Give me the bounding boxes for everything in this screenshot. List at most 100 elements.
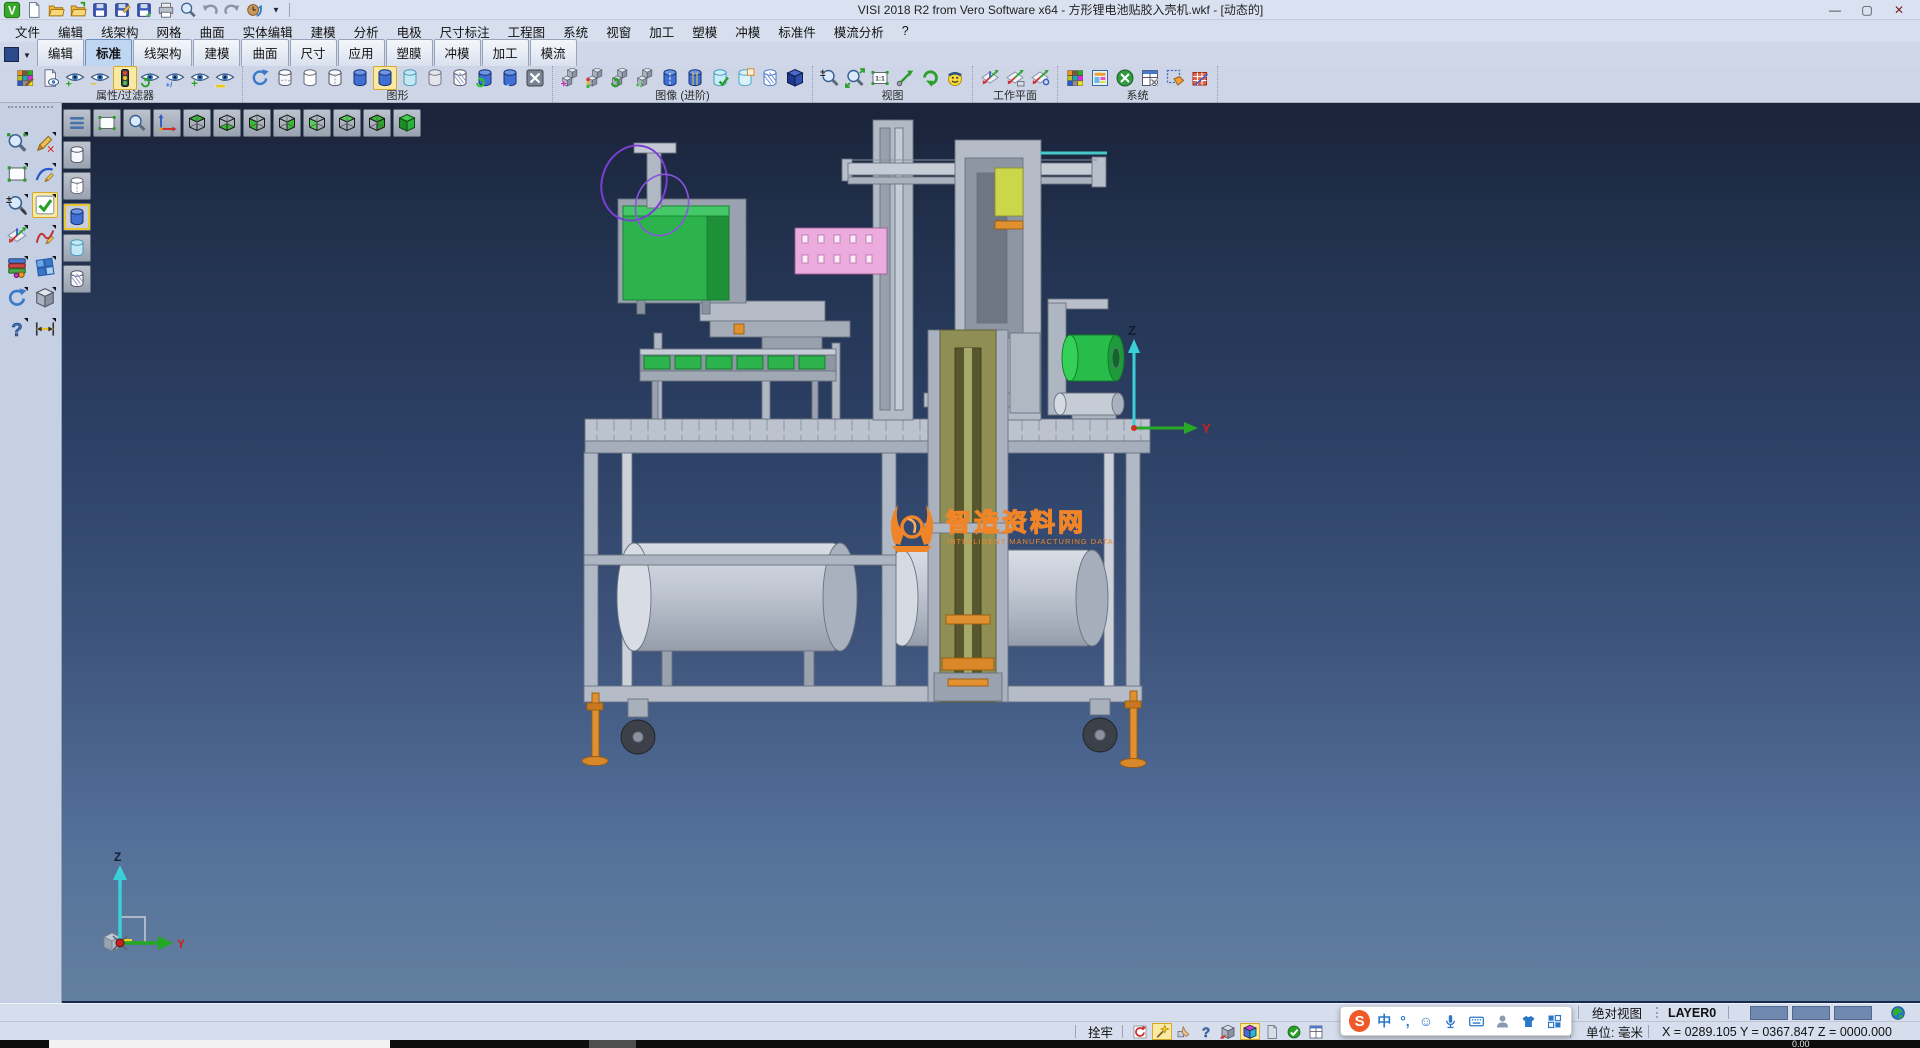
- attribute-painter-icon[interactable]: [13, 66, 37, 90]
- solid-box-icon[interactable]: [32, 285, 58, 311]
- ime-toolbox-icon[interactable]: [1546, 1013, 1563, 1030]
- menu-item-14[interactable]: 塑模: [683, 20, 726, 43]
- confirm-selection-icon[interactable]: [32, 192, 58, 218]
- zoom-window-icon[interactable]: [4, 130, 30, 156]
- tab-2[interactable]: 线架构: [133, 39, 193, 66]
- view-left-icon[interactable]: [303, 109, 331, 137]
- view-right-icon[interactable]: [273, 109, 301, 137]
- pick-box-icon[interactable]: [1218, 1023, 1238, 1040]
- machine-model[interactable]: [582, 120, 1150, 768]
- windows-taskbar[interactable]: 0.00: [0, 1040, 1920, 1048]
- show-remove-icon[interactable]: −: [88, 66, 112, 90]
- pick-wand-icon[interactable]: [1152, 1023, 1172, 1040]
- shade-hidden-line-icon[interactable]: [323, 66, 347, 90]
- shade-solid-edges-icon[interactable]: [373, 66, 397, 90]
- tabbar-dropdown-icon[interactable]: ▼: [23, 51, 31, 60]
- view-observer-icon[interactable]: [943, 66, 967, 90]
- ime-punct-icon[interactable]: °,: [1400, 1013, 1410, 1029]
- strip-hatched-icon[interactable]: [63, 265, 91, 293]
- menu-item-13[interactable]: 加工: [640, 20, 683, 43]
- layer-swatch-1[interactable]: [1792, 1006, 1830, 1020]
- strip-solid-icon[interactable]: [63, 203, 91, 231]
- tab-1[interactable]: 标准: [85, 39, 132, 66]
- shade-translucent-icon[interactable]: [398, 66, 422, 90]
- layer-color-swatches[interactable]: [1750, 1004, 1876, 1021]
- solids-add-icon[interactable]: +: [558, 66, 582, 90]
- pane-toggle-icon[interactable]: [4, 47, 19, 62]
- shade-wireframe-2-icon[interactable]: [298, 66, 322, 90]
- view-iso-icon[interactable]: [393, 109, 421, 137]
- view-fit-icon[interactable]: [93, 109, 121, 137]
- show-minus-icon[interactable]: ▬: [213, 66, 237, 90]
- tab-5[interactable]: 尺寸: [290, 39, 337, 66]
- ime-emoji-icon[interactable]: ☺: [1419, 1013, 1433, 1029]
- erase-entity-icon[interactable]: ✕: [32, 130, 58, 156]
- zoom-extents-icon[interactable]: [843, 66, 867, 90]
- shade-apply-icon[interactable]: →: [498, 66, 522, 90]
- workplane-entity-icon[interactable]: [1003, 66, 1027, 90]
- zoom-plus-icon[interactable]: ±: [4, 192, 30, 218]
- shade-hatched-icon[interactable]: [448, 66, 472, 90]
- lock-label[interactable]: 拴牢: [1088, 1022, 1113, 1041]
- save-as-icon[interactable]: [112, 1, 132, 19]
- view-zoom-icon[interactable]: [123, 109, 151, 137]
- show-add-icon[interactable]: +: [63, 66, 87, 90]
- taskbar-app-segment[interactable]: [589, 1040, 636, 1048]
- snap-off-icon[interactable]: [1130, 1023, 1150, 1040]
- filter-traffic-light-icon[interactable]: [113, 66, 137, 90]
- measure-distance-icon[interactable]: [32, 316, 58, 342]
- cad-scene[interactable]: Z Y 智造资料网 INTELLIGENT MANUFACTURING DATA: [62, 103, 1920, 1003]
- shade-solid-icon[interactable]: [348, 66, 372, 90]
- table-settings-icon[interactable]: [1138, 66, 1162, 90]
- zoom-one-to-one-icon[interactable]: 1:1: [868, 66, 892, 90]
- multi-window-icon[interactable]: [1306, 1023, 1326, 1040]
- ime-mode-icon[interactable]: 中: [1377, 1011, 1391, 1031]
- zoom-arrow-icon[interactable]: [893, 66, 917, 90]
- view-rotate-icon[interactable]: [918, 66, 942, 90]
- grid-settings-icon[interactable]: [1188, 66, 1212, 90]
- help-icon[interactable]: ?: [4, 316, 30, 342]
- menu-item-18[interactable]: ?: [893, 22, 918, 40]
- cylinder-hatch-icon[interactable]: [758, 66, 782, 90]
- color-palette-icon[interactable]: [1063, 66, 1087, 90]
- minimize-button[interactable]: —: [1828, 3, 1842, 17]
- tab-8[interactable]: 冲模: [434, 39, 481, 66]
- shade-settings-icon[interactable]: [523, 66, 547, 90]
- cylinder-check-icon[interactable]: [708, 66, 732, 90]
- cylinder-axis-icon[interactable]: [658, 66, 682, 90]
- ucs-cube-icon[interactable]: [1240, 1023, 1260, 1040]
- close-button[interactable]: ✕: [1892, 3, 1906, 17]
- pick-hand-icon[interactable]: [1174, 1023, 1194, 1040]
- view-front-icon[interactable]: [243, 109, 271, 137]
- workplane-align-icon[interactable]: [1028, 66, 1052, 90]
- menu-item-16[interactable]: 标准件: [769, 20, 825, 43]
- system-tools-icon[interactable]: [1113, 66, 1137, 90]
- save-icon[interactable]: [90, 1, 110, 19]
- view-top-icon[interactable]: [183, 109, 211, 137]
- tab-0[interactable]: 编辑: [37, 39, 84, 66]
- doc-info-icon[interactable]: [1262, 1023, 1282, 1040]
- visibility-refresh-icon[interactable]: [138, 66, 162, 90]
- snap-settings-icon[interactable]: [1163, 66, 1187, 90]
- ok-accept-icon[interactable]: [1284, 1023, 1304, 1040]
- image-settings-icon[interactable]: [1088, 66, 1112, 90]
- tab-3[interactable]: 建模: [193, 39, 240, 66]
- strip-wireframe-icon[interactable]: [63, 141, 91, 169]
- viewport-3d[interactable]: Z Y 智造资料网 INTELLIGENT MANUFACTURING DATA: [62, 103, 1920, 1003]
- ime-skin-icon[interactable]: [1520, 1013, 1537, 1030]
- layer-swatch-0[interactable]: [1750, 1006, 1788, 1020]
- solid-cube-icon[interactable]: [783, 66, 807, 90]
- sogou-logo-icon[interactable]: S: [1349, 1010, 1370, 1032]
- cylinder-box-icon[interactable]: [733, 66, 757, 90]
- qa-dropdown-icon[interactable]: ▼: [266, 1, 286, 19]
- menu-item-15[interactable]: 冲模: [726, 20, 769, 43]
- globe-icon[interactable]: [1888, 1004, 1910, 1021]
- cylinder-striped-icon[interactable]: [683, 66, 707, 90]
- move-axes-icon[interactable]: [4, 223, 30, 249]
- print-preview-icon[interactable]: [178, 1, 198, 19]
- history-icon[interactable]: [244, 1, 264, 19]
- tab-4[interactable]: 曲面: [241, 39, 288, 66]
- view-bottom-icon[interactable]: [213, 109, 241, 137]
- strip-hidden-icon[interactable]: [63, 172, 91, 200]
- show-plus-icon[interactable]: +: [188, 66, 212, 90]
